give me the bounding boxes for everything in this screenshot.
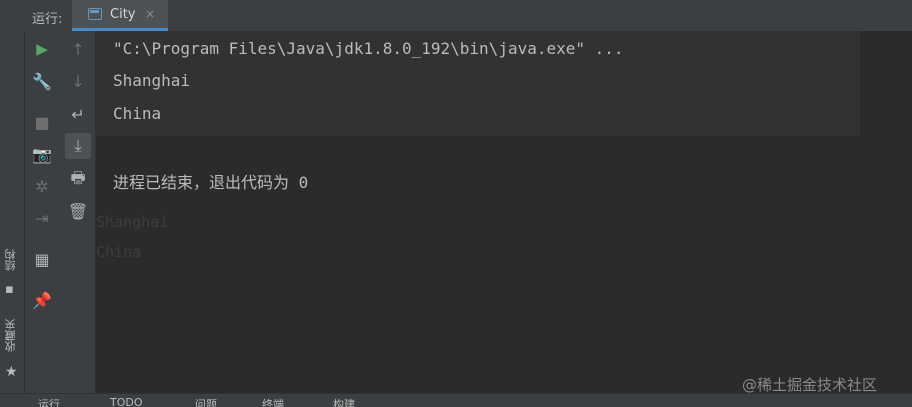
layout-icon[interactable]: ▦ [29, 246, 55, 272]
star-icon: ★ [5, 364, 18, 380]
tab-city[interactable]: City × [72, 0, 168, 31]
console-output[interactable]: Shanghai China "C:\Program Files\Java\jd… [96, 31, 912, 393]
bottom-tab-problems[interactable]: 问题 [195, 396, 217, 407]
tab-title: City [110, 7, 136, 22]
print-icon[interactable]: 🖶 [65, 167, 91, 193]
run-toolbar-primary: ▶ 🔧 ■ 📷 ✲ ⇥ ▦ 📌 [25, 31, 61, 393]
ghost-line-2: China [96, 243, 142, 261]
structure-icon: ▪ [5, 282, 14, 297]
play-icon[interactable]: ▶ [29, 36, 55, 62]
pin-icon[interactable]: 📌 [29, 287, 55, 313]
login-icon[interactable]: ⇥ [29, 205, 55, 231]
window-icon [88, 8, 102, 20]
stop-icon[interactable]: ■ [29, 109, 55, 135]
run-toolwindow-header: 运行: City × [0, 0, 912, 32]
close-icon[interactable]: × [145, 7, 155, 21]
run-toolbar-secondary: ↑ ↓ ↵ ⤓ 🖶 🗑 [61, 31, 96, 393]
structure-tab[interactable]: 结构 [3, 249, 19, 271]
arrow-up-icon[interactable]: ↑ [65, 36, 91, 62]
bug-icon[interactable]: ✲ [29, 173, 55, 199]
soft-wrap-icon[interactable]: ↵ [65, 101, 91, 127]
scroll-to-end-icon[interactable]: ⤓ [65, 133, 91, 159]
bottom-tab-build[interactable]: 构建 [333, 396, 355, 407]
console-line-output-1: Shanghai [113, 71, 191, 90]
console-line-command: "C:\Program Files\Java\jdk1.8.0_192\bin\… [113, 39, 624, 58]
arrow-down-icon[interactable]: ↓ [65, 68, 91, 94]
trash-icon[interactable]: 🗑 [65, 198, 91, 224]
bottom-tab-run[interactable]: 运行 [38, 396, 60, 407]
console-line-output-2: China [113, 104, 162, 123]
bottom-tab-todo[interactable]: TODO [110, 396, 143, 407]
ghost-line-1: Shanghai [96, 213, 169, 231]
left-sidebar-strip: 结构 ▪ 收藏夹 ★ [0, 31, 25, 406]
bottom-tool-tabs: 运行 TODO 问题 终端 构建 [0, 393, 912, 407]
run-label: 运行: [32, 12, 63, 27]
bottom-tab-terminal[interactable]: 终端 [262, 396, 284, 407]
favorites-tab[interactable]: 收藏夹 [3, 319, 19, 352]
camera-icon[interactable]: 📷 [29, 141, 55, 167]
console-line-exit: 进程已结束，退出代码为 0 [113, 173, 309, 192]
watermark: @稀土掘金技术社区 [742, 376, 878, 394]
wrench-icon[interactable]: 🔧 [29, 68, 55, 94]
